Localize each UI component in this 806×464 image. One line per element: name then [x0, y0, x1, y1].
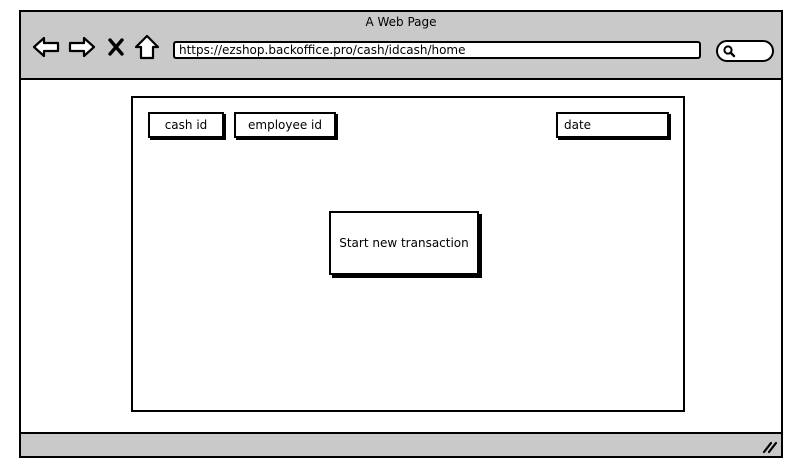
back-arrow-icon: [32, 36, 60, 58]
forward-button[interactable]: [67, 32, 97, 62]
stop-button[interactable]: [104, 32, 128, 62]
resize-handle[interactable]: [761, 438, 778, 454]
date-field[interactable]: date: [556, 112, 669, 138]
status-bar: [21, 432, 781, 456]
search-icon: [723, 45, 736, 58]
employee-id-field[interactable]: employee id: [234, 112, 336, 138]
search-button[interactable]: [716, 40, 774, 62]
close-icon: [108, 38, 124, 56]
browser-toolbar: A Web Page https://ezshop.backoffice.pro…: [21, 12, 781, 80]
browser-window: A Web Page https://ezshop.backoffice.pro…: [19, 10, 783, 458]
cash-id-field[interactable]: cash id: [148, 112, 224, 138]
back-button[interactable]: [31, 32, 61, 62]
address-bar[interactable]: https://ezshop.backoffice.pro/cash/idcas…: [173, 41, 701, 59]
start-transaction-button[interactable]: Start new transaction: [329, 211, 479, 275]
forward-arrow-icon: [68, 36, 96, 58]
window-title: A Web Page: [365, 15, 437, 29]
home-button[interactable]: [133, 32, 161, 62]
cash-home-panel: cash id employee id date Start new trans…: [131, 96, 685, 412]
home-icon: [134, 34, 160, 60]
resize-grip-icon: [762, 441, 778, 454]
